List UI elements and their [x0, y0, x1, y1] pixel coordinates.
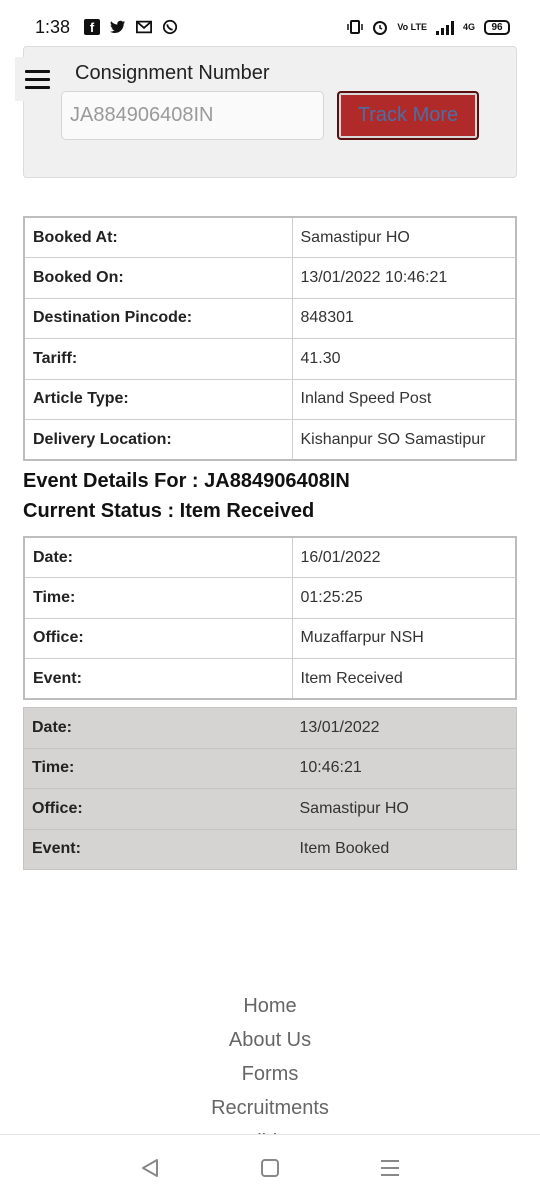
table-row: Date: 16/01/2022: [23, 536, 517, 578]
table-row: Event: Item Received: [23, 658, 517, 700]
table-row: Time: 10:46:21: [23, 748, 517, 789]
row-key: Event:: [23, 829, 292, 870]
table-row: Destination Pincode: 848301: [23, 297, 517, 339]
event-details-title: Event Details For : JA884906408IN: [23, 470, 350, 492]
network-type: 4G: [462, 21, 475, 32]
table-row: Office: Muzaffarpur NSH: [23, 617, 517, 659]
row-value: Samastipur HO: [291, 788, 517, 830]
row-value: 41.30: [291, 338, 517, 380]
notification-icons: f: [84, 19, 178, 35]
footer-link-forms[interactable]: Forms: [0, 1058, 540, 1092]
row-value: 16/01/2022: [291, 536, 517, 578]
row-value: 01:25:25: [291, 577, 517, 619]
row-value: Muzaffarpur NSH: [291, 617, 517, 659]
recents-icon[interactable]: [375, 1153, 405, 1183]
table-row: Office: Samastipur HO: [23, 788, 517, 830]
consignment-input[interactable]: [61, 91, 324, 140]
vibrate-icon: [347, 19, 364, 35]
whatsapp-icon: [162, 19, 178, 35]
row-value: Kishanpur SO Samastipur: [291, 419, 517, 461]
volte-indicator: Vo LTE: [397, 21, 427, 32]
row-key: Date:: [23, 707, 292, 749]
row-value: Item Received: [291, 658, 517, 700]
system-icons: Vo LTE 4G 96: [347, 19, 510, 35]
footer-link-recruitments[interactable]: Recruitments: [0, 1092, 540, 1126]
page: 1:38 f Vo LTE 4G 96 Consignment Number J…: [0, 0, 540, 1200]
table-row: Date: 13/01/2022: [23, 707, 517, 749]
table-row: Time: 01:25:25: [23, 577, 517, 619]
row-value: 848301: [291, 297, 517, 339]
system-nav-bar: [0, 1134, 540, 1200]
row-value: Item Booked: [291, 829, 517, 870]
row-key: Booked On:: [23, 257, 293, 299]
row-value: Samastipur HO: [291, 216, 517, 258]
facebook-icon: f: [84, 19, 101, 35]
table-row: Booked At: Samastipur HO: [23, 216, 517, 258]
row-value: Inland Speed Post: [291, 378, 517, 420]
row-key: Date:: [23, 536, 293, 578]
event-table: Date: 13/01/2022 Time: 10:46:21 Office: …: [23, 707, 517, 870]
row-key: Tariff:: [23, 338, 293, 380]
home-icon[interactable]: [255, 1153, 285, 1183]
battery-icon: 96: [484, 19, 510, 35]
row-key: Event:: [23, 658, 293, 700]
menu-icon[interactable]: [15, 57, 60, 101]
signal-icon: [435, 19, 454, 35]
row-key: Delivery Location:: [23, 419, 293, 461]
table-row: Event: Item Booked: [23, 829, 517, 870]
footer-link-about[interactable]: About Us: [0, 1024, 540, 1058]
twitter-icon: [110, 19, 126, 35]
booking-details-table: Booked At: Samastipur HO Booked On: 13/0…: [23, 216, 517, 461]
row-key: Office:: [23, 617, 293, 659]
table-row: Article Type: Inland Speed Post: [23, 378, 517, 420]
status-time: 1:38: [35, 16, 71, 37]
consignment-label: Consignment Number: [75, 62, 270, 84]
table-row: Booked On: 13/01/2022 10:46:21: [23, 257, 517, 299]
alarm-icon: [372, 19, 388, 35]
event-table: Date: 16/01/2022 Time: 01:25:25 Office: …: [23, 536, 517, 700]
row-key: Destination Pincode:: [23, 297, 293, 339]
row-key: Office:: [23, 788, 292, 830]
back-icon[interactable]: [135, 1153, 165, 1183]
row-value: 13/01/2022 10:46:21: [291, 257, 517, 299]
gmail-icon: [136, 19, 153, 35]
row-value: 13/01/2022: [291, 707, 517, 749]
row-key: Time:: [23, 577, 293, 619]
table-row: Delivery Location: Kishanpur SO Samastip…: [23, 419, 517, 461]
row-key: Article Type:: [23, 378, 293, 420]
row-key: Booked At:: [23, 216, 293, 258]
track-more-button[interactable]: Track More: [337, 91, 479, 140]
table-row: Tariff: 41.30: [23, 338, 517, 380]
row-value: 10:46:21: [291, 748, 517, 789]
current-status: Current Status : Item Received: [23, 500, 315, 522]
footer-link-home[interactable]: Home: [0, 990, 540, 1024]
row-key: Time:: [23, 748, 292, 789]
